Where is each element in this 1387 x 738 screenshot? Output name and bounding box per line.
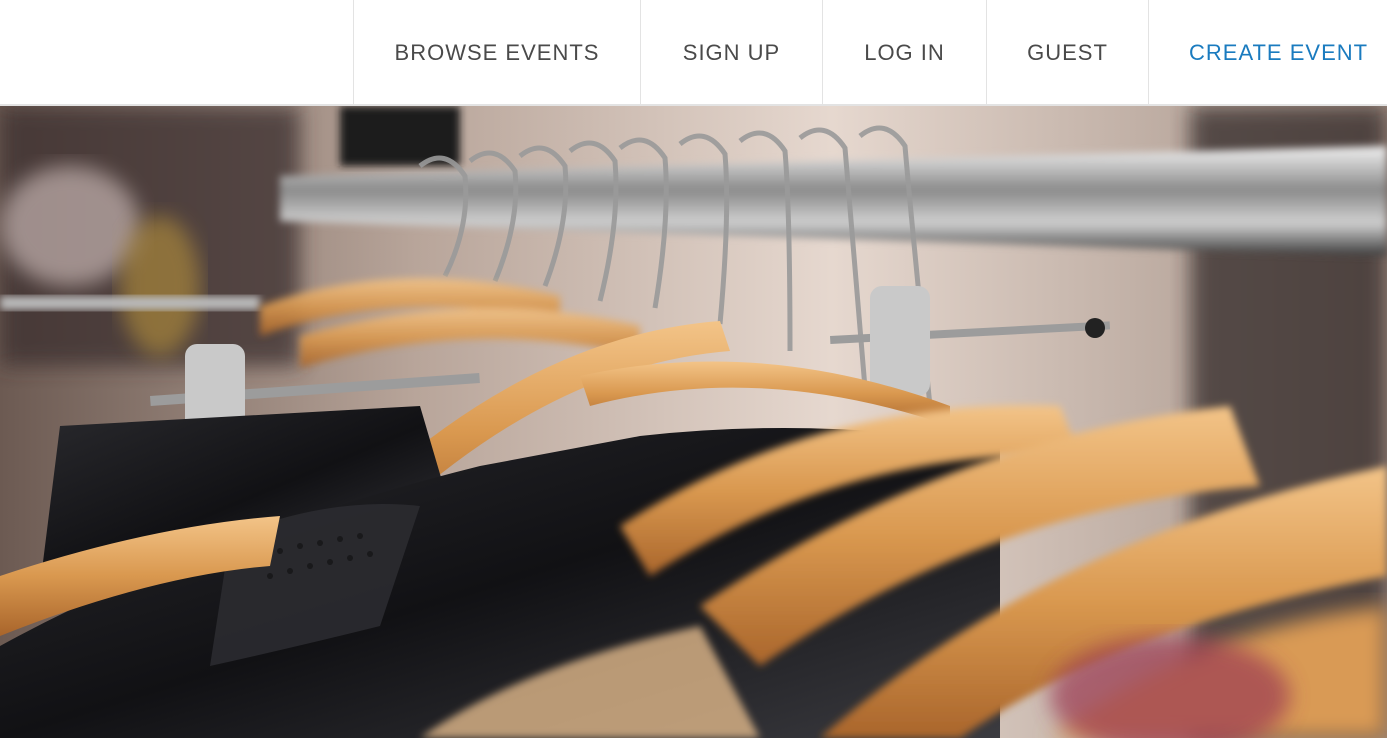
nav-browse-events[interactable]: BROWSE EVENTS (353, 0, 640, 106)
site-header: BROWSE EVENTS SIGN UP LOG IN GUEST CREAT… (0, 0, 1387, 106)
hero-image (0, 106, 1387, 738)
clothing-rack-illustration (0, 106, 1387, 738)
main-nav: BROWSE EVENTS SIGN UP LOG IN GUEST CREAT… (353, 0, 1387, 106)
nav-log-in[interactable]: LOG IN (822, 0, 986, 106)
nav-guest[interactable]: GUEST (986, 0, 1148, 106)
nav-create-event[interactable]: CREATE EVENT (1148, 0, 1387, 106)
nav-sign-up[interactable]: SIGN UP (640, 0, 822, 106)
